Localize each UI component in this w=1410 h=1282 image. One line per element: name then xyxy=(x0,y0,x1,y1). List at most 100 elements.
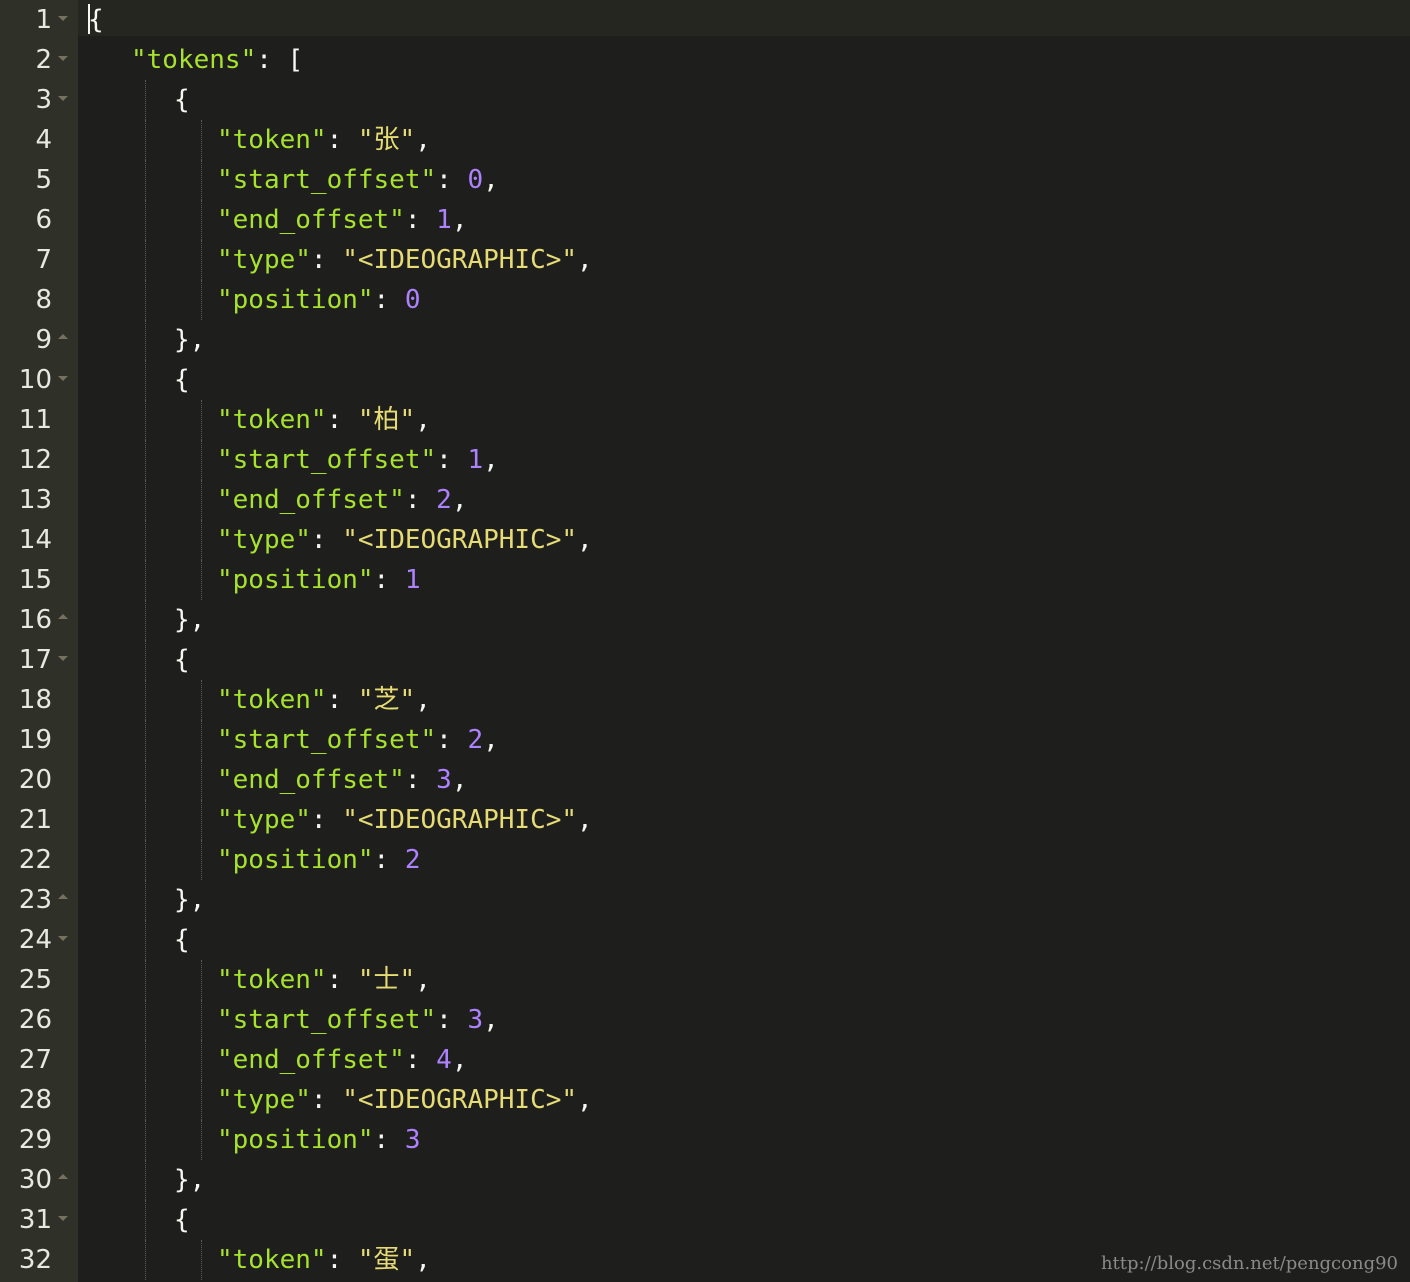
code-text[interactable]: "type": "<IDEOGRAPHIC>", xyxy=(217,520,593,560)
code-line[interactable]: 5 "start_offset": 0, xyxy=(0,160,1410,200)
code-line[interactable]: 3{ xyxy=(0,80,1410,120)
code-line[interactable]: 20 "end_offset": 3, xyxy=(0,760,1410,800)
code-line[interactable]: 12 "start_offset": 1, xyxy=(0,440,1410,480)
indent-guide xyxy=(201,720,202,760)
code-text[interactable]: "type": "<IDEOGRAPHIC>", xyxy=(217,240,593,280)
code-line[interactable]: 7 "type": "<IDEOGRAPHIC>", xyxy=(0,240,1410,280)
code-text[interactable]: "type": "<IDEOGRAPHIC>", xyxy=(217,1080,593,1120)
indent-guide xyxy=(201,400,202,440)
line-number: 18 xyxy=(18,685,52,715)
indent-guide xyxy=(201,160,202,200)
code-text[interactable]: }, xyxy=(174,880,205,920)
code-text[interactable]: "start_offset": 1, xyxy=(217,440,499,480)
fold-collapse-icon[interactable] xyxy=(58,56,68,61)
fold-collapse-icon[interactable] xyxy=(58,376,68,381)
code-line[interactable]: 21 "type": "<IDEOGRAPHIC>", xyxy=(0,800,1410,840)
code-line[interactable]: 16}, xyxy=(0,600,1410,640)
json-punctuation: , xyxy=(577,525,593,555)
code-text[interactable]: }, xyxy=(174,1160,205,1200)
code-text[interactable]: "position": 3 xyxy=(217,1120,421,1160)
code-text[interactable]: "position": 1 xyxy=(217,560,421,600)
indent-guide xyxy=(145,360,146,400)
line-number: 7 xyxy=(35,245,52,275)
code-line[interactable]: 15 "position": 1 xyxy=(0,560,1410,600)
code-text[interactable]: "token": "蛋", xyxy=(217,1240,431,1280)
json-string: "张" xyxy=(357,125,416,155)
code-line[interactable]: 24 { xyxy=(0,920,1410,960)
json-punctuation: { xyxy=(174,85,190,115)
code-line[interactable]: 8 "position": 0 xyxy=(0,280,1410,320)
json-punctuation: , xyxy=(415,965,431,995)
json-punctuation: : xyxy=(373,1125,405,1155)
code-line[interactable]: 22 "position": 2 xyxy=(0,840,1410,880)
fold-end-icon[interactable] xyxy=(58,614,68,619)
fold-collapse-icon[interactable] xyxy=(58,16,68,21)
code-line[interactable]: 29 "position": 3 xyxy=(0,1120,1410,1160)
code-text[interactable]: { xyxy=(88,0,104,40)
indent-guide xyxy=(145,1000,146,1040)
fold-end-icon[interactable] xyxy=(58,334,68,339)
code-line[interactable]: 31 { xyxy=(0,1200,1410,1240)
code-text[interactable]: }, xyxy=(174,600,205,640)
code-text[interactable]: "end_offset": 1, xyxy=(217,200,467,240)
code-text[interactable]: "token": "士", xyxy=(217,960,431,1000)
code-line[interactable]: 9}, xyxy=(0,320,1410,360)
code-line[interactable]: 4 "token": "张", xyxy=(0,120,1410,160)
code-text[interactable]: "start_offset": 0, xyxy=(217,160,499,200)
code-text[interactable]: "token": "柏", xyxy=(217,400,431,440)
fold-collapse-icon[interactable] xyxy=(58,96,68,101)
code-line[interactable]: 25 "token": "士", xyxy=(0,960,1410,1000)
fold-end-icon[interactable] xyxy=(58,894,68,899)
code-text[interactable]: "position": 0 xyxy=(217,280,421,320)
code-text[interactable]: "type": "<IDEOGRAPHIC>", xyxy=(217,800,593,840)
line-number: 12 xyxy=(18,445,52,475)
indent-guide xyxy=(145,160,146,200)
fold-collapse-icon[interactable] xyxy=(58,656,68,661)
fold-end-icon[interactable] xyxy=(58,1174,68,1179)
code-text[interactable]: { xyxy=(174,1200,190,1240)
code-text[interactable]: "end_offset": 2, xyxy=(217,480,467,520)
line-number: 21 xyxy=(18,805,52,835)
code-text[interactable]: "start_offset": 3, xyxy=(217,1000,499,1040)
code-text[interactable]: { xyxy=(174,920,190,960)
code-line[interactable]: 10 { xyxy=(0,360,1410,400)
code-text[interactable]: "token": "张", xyxy=(217,120,431,160)
code-line[interactable]: 14 "type": "<IDEOGRAPHIC>", xyxy=(0,520,1410,560)
code-editor[interactable]: 1{2 "tokens": [3{4 "token": "张", 5 "start_of… xyxy=(0,0,1410,1282)
code-line[interactable]: 18 "token": "芝", xyxy=(0,680,1410,720)
code-line[interactable]: 30}, xyxy=(0,1160,1410,1200)
line-number: 27 xyxy=(18,1045,52,1075)
code-text[interactable]: "start_offset": 2, xyxy=(217,720,499,760)
code-text[interactable]: { xyxy=(174,640,190,680)
code-line[interactable]: 6 "end_offset": 1, xyxy=(0,200,1410,240)
code-line[interactable]: 26 "start_offset": 3, xyxy=(0,1000,1410,1040)
watermark: http://blog.csdn.net/pengcong90 xyxy=(1100,1253,1398,1274)
code-line[interactable]: 19 "start_offset": 2, xyxy=(0,720,1410,760)
code-text[interactable]: { xyxy=(174,360,190,400)
active-line-highlight xyxy=(78,0,1410,36)
code-text[interactable]: "end_offset": 3, xyxy=(217,760,467,800)
code-text[interactable]: "tokens": [ xyxy=(131,40,303,80)
json-punctuation: , xyxy=(415,685,431,715)
code-text[interactable]: "end_offset": 4, xyxy=(217,1040,467,1080)
code-line[interactable]: 27 "end_offset": 4, xyxy=(0,1040,1410,1080)
json-number: 0 xyxy=(467,165,484,195)
code-text[interactable]: "token": "芝", xyxy=(217,680,431,720)
json-key: "token" xyxy=(217,965,327,995)
code-line[interactable]: 17 { xyxy=(0,640,1410,680)
code-text[interactable]: }, xyxy=(174,320,205,360)
fold-collapse-icon[interactable] xyxy=(58,1216,68,1221)
fold-collapse-icon[interactable] xyxy=(58,936,68,941)
code-text[interactable]: { xyxy=(174,80,190,120)
code-line[interactable]: 2 "tokens": [ xyxy=(0,40,1410,80)
code-line[interactable]: 13 "end_offset": 2, xyxy=(0,480,1410,520)
code-line[interactable]: 28 "type": "<IDEOGRAPHIC>", xyxy=(0,1080,1410,1120)
json-string: "柏" xyxy=(357,405,416,435)
json-punctuation: , xyxy=(483,165,499,195)
json-number: 2 xyxy=(436,485,452,515)
line-number: 10 xyxy=(18,365,52,395)
code-line[interactable]: 1{ xyxy=(0,0,1410,40)
code-line[interactable]: 11 "token": "柏", xyxy=(0,400,1410,440)
code-line[interactable]: 23}, xyxy=(0,880,1410,920)
code-text[interactable]: "position": 2 xyxy=(217,840,421,880)
